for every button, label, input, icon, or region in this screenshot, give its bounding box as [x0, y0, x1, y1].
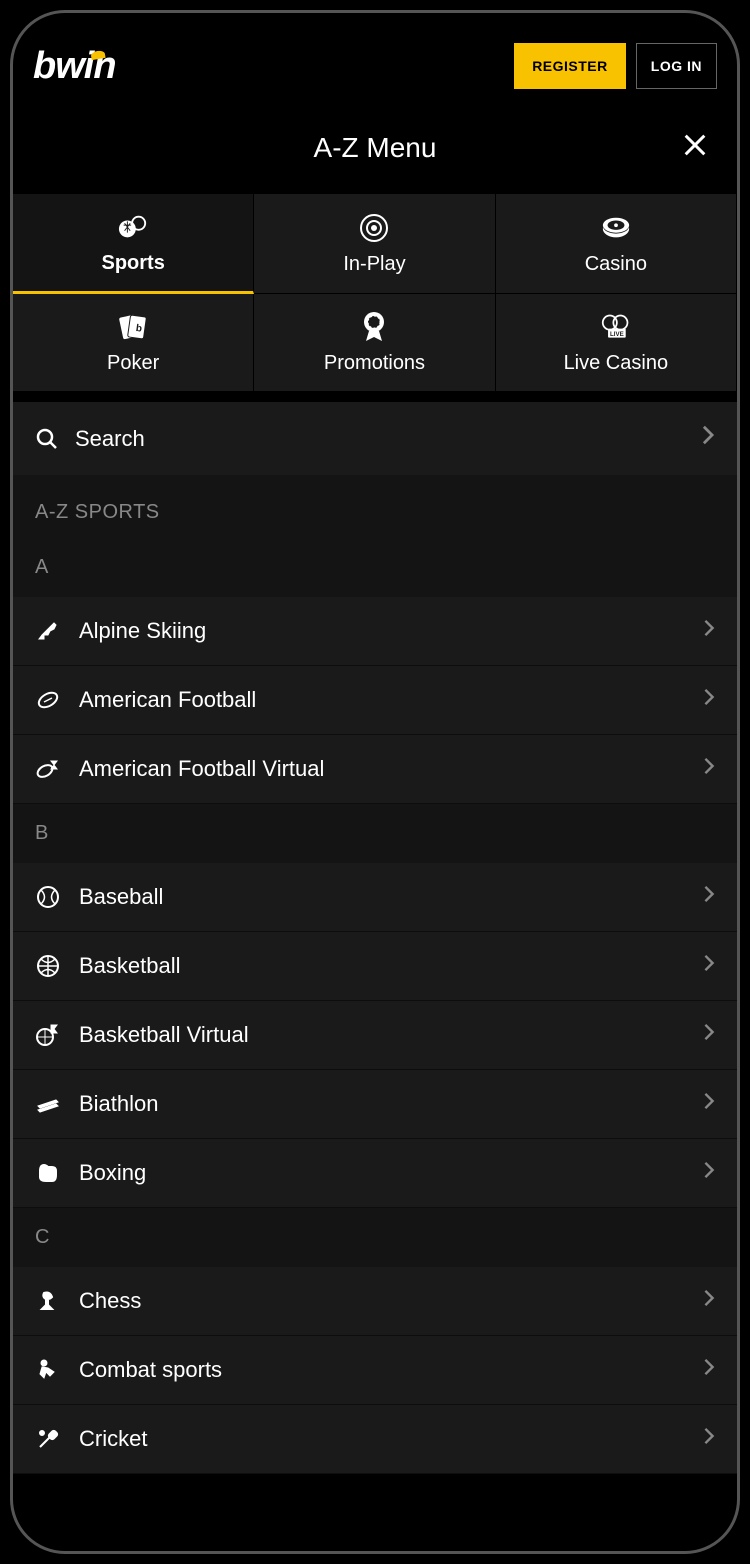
- menu-title: A-Z Menu: [314, 132, 437, 164]
- letter-header-a: A: [13, 538, 737, 597]
- sport-item-biathlon[interactable]: Biathlon: [13, 1070, 737, 1139]
- basketball-virtual-icon: [35, 1022, 61, 1048]
- sport-item-alpine-skiing[interactable]: Alpine Skiing: [13, 597, 737, 666]
- sport-item-baseball[interactable]: Baseball: [13, 863, 737, 932]
- menu-header: A-Z Menu: [13, 107, 737, 194]
- baseball-icon: [35, 884, 61, 910]
- tab-poker[interactable]: b Poker: [13, 294, 254, 392]
- sport-name: American Football Virtual: [79, 756, 685, 782]
- tab-casino[interactable]: Casino: [496, 194, 737, 294]
- chevron-right-icon: [703, 617, 715, 645]
- close-button[interactable]: [681, 130, 709, 167]
- tab-promotions[interactable]: Promotions: [254, 294, 495, 392]
- tab-label: Live Casino: [564, 352, 669, 375]
- live-casino-icon: LIVE: [601, 312, 631, 342]
- basketball-icon: [35, 953, 61, 979]
- tab-sports[interactable]: Sports: [13, 194, 254, 294]
- cricket-icon: [35, 1426, 61, 1452]
- sport-item-combat-sports[interactable]: Combat sports: [13, 1336, 737, 1405]
- header-buttons: REGISTER LOG IN: [514, 43, 717, 89]
- chevron-right-icon: [703, 1356, 715, 1384]
- tab-live-casino[interactable]: LIVE Live Casino: [496, 294, 737, 392]
- section-title: A-Z SPORTS: [13, 475, 737, 538]
- tab-in-play[interactable]: In-Play: [254, 194, 495, 294]
- tab-label: Casino: [585, 253, 647, 276]
- combat-sports-icon: [35, 1357, 61, 1383]
- sport-name: Combat sports: [79, 1357, 685, 1383]
- register-button[interactable]: REGISTER: [514, 43, 626, 89]
- chevron-right-icon: [703, 1159, 715, 1187]
- alpine-skiing-icon: [35, 618, 61, 644]
- chess-icon: [35, 1288, 61, 1314]
- tab-label: Promotions: [324, 352, 425, 375]
- inplay-icon: [359, 213, 389, 243]
- sport-item-american-football[interactable]: American Football: [13, 666, 737, 735]
- chevron-right-icon: [703, 1425, 715, 1453]
- american-football-icon: [35, 687, 61, 713]
- sport-name: Basketball: [79, 953, 685, 979]
- tab-label: In-Play: [343, 253, 405, 276]
- tab-label: Poker: [107, 352, 159, 375]
- biathlon-icon: [35, 1091, 61, 1117]
- search-row[interactable]: Search: [13, 402, 737, 475]
- chevron-right-icon: [703, 1287, 715, 1315]
- boxing-icon: [35, 1160, 61, 1186]
- sport-item-basketball[interactable]: Basketball: [13, 932, 737, 1001]
- sport-name: Alpine Skiing: [79, 618, 685, 644]
- american-football-virtual-icon: [35, 756, 61, 782]
- search-label: Search: [75, 426, 685, 452]
- sport-item-cricket[interactable]: Cricket: [13, 1405, 737, 1474]
- tab-label: Sports: [101, 252, 164, 275]
- search-icon: [35, 427, 59, 451]
- close-icon: [681, 131, 709, 159]
- sport-name: Cricket: [79, 1426, 685, 1452]
- sport-name: Chess: [79, 1288, 685, 1314]
- svg-text:LIVE: LIVE: [610, 331, 624, 338]
- letter-header-c: C: [13, 1208, 737, 1267]
- poker-icon: b: [118, 312, 148, 342]
- sport-item-basketball-virtual[interactable]: Basketball Virtual: [13, 1001, 737, 1070]
- sport-name: Boxing: [79, 1160, 685, 1186]
- sport-name: Basketball Virtual: [79, 1022, 685, 1048]
- chevron-right-icon: [703, 1090, 715, 1118]
- sport-name: Biathlon: [79, 1091, 685, 1117]
- sports-list: A Alpine Skiing American Football Americ…: [13, 538, 737, 1474]
- sport-name: American Football: [79, 687, 685, 713]
- sport-item-chess[interactable]: Chess: [13, 1267, 737, 1336]
- chevron-right-icon: [703, 686, 715, 714]
- tabs-grid: Sports In-Play Casino b Poker Promotions…: [13, 194, 737, 392]
- casino-icon: [601, 213, 631, 243]
- chevron-right-icon: [703, 952, 715, 980]
- sport-item-boxing[interactable]: Boxing: [13, 1139, 737, 1208]
- sports-icon: [118, 212, 148, 242]
- letter-header-b: B: [13, 804, 737, 863]
- login-button[interactable]: LOG IN: [636, 43, 717, 89]
- chevron-right-icon: [703, 1021, 715, 1049]
- chevron-right-icon: [703, 883, 715, 911]
- sport-item-american-football-virtual[interactable]: American Football Virtual: [13, 735, 737, 804]
- sport-name: Baseball: [79, 884, 685, 910]
- logo[interactable]: bwin: [33, 45, 116, 88]
- chevron-right-icon: [701, 424, 715, 453]
- chevron-right-icon: [703, 755, 715, 783]
- promotions-icon: [359, 312, 389, 342]
